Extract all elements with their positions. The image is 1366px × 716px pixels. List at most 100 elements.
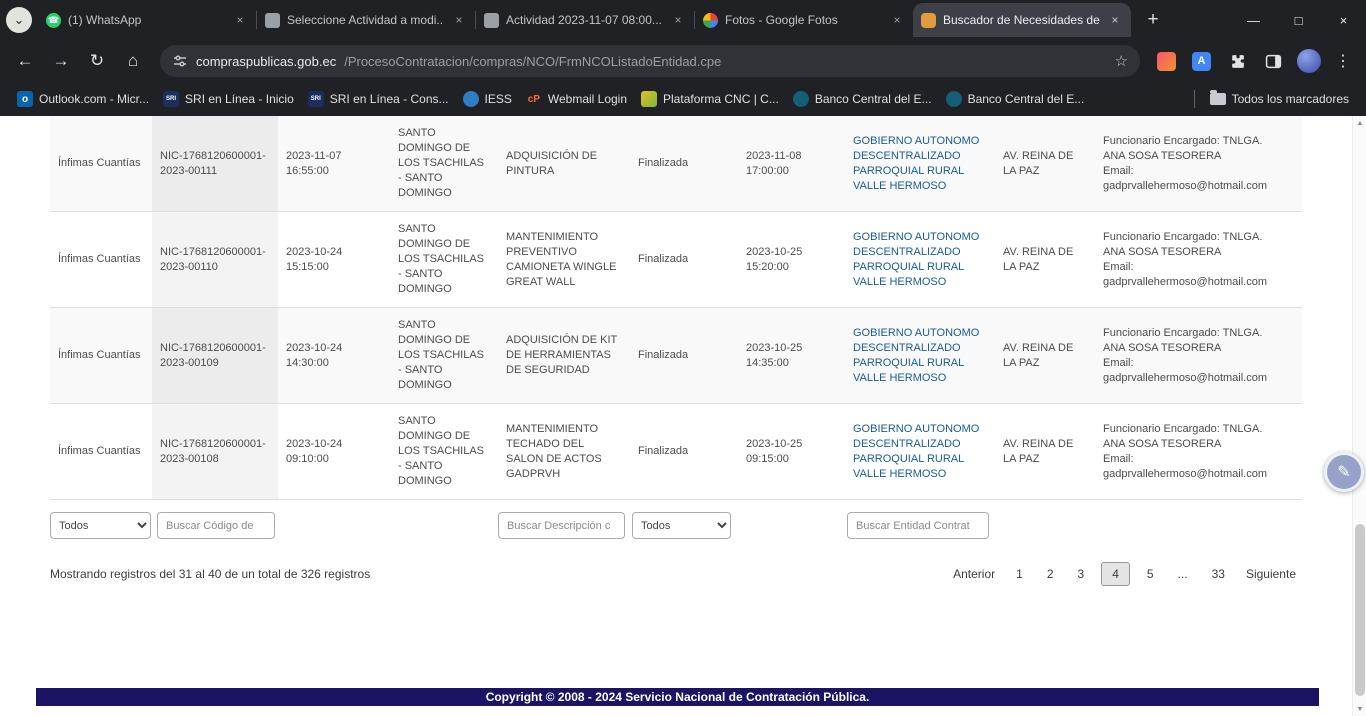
bookmark-label: Todos los marcadores — [1232, 92, 1349, 106]
bookmark-banco-central-1[interactable]: Banco Central del E... — [786, 87, 939, 111]
pagination-page-33[interactable]: 33 — [1205, 562, 1232, 586]
table-row: Ínfimas Cuantías NIC-1768120600001-2023-… — [50, 116, 1302, 212]
tab-close-icon[interactable]: × — [1107, 12, 1123, 28]
cell-entidad: GOBIERNO AUTONOMO DESCENTRALIZADO PARROQ… — [845, 212, 995, 308]
bookmark-sri-consultas[interactable]: SRI SRI en Línea - Cons... — [301, 87, 456, 111]
tab-label: Fotos - Google Fotos — [725, 13, 882, 27]
tab-close-icon[interactable]: × — [451, 12, 467, 28]
maximize-button[interactable]: □ — [1276, 0, 1321, 40]
bookmark-sri-inicio[interactable]: SRI SRI en Línea - Inicio — [156, 87, 301, 111]
objeto-filter-input[interactable] — [498, 512, 625, 539]
estado-filter-select[interactable]: Todos — [632, 512, 731, 539]
tab-buscador-necesidades-active[interactable]: Buscador de Necesidades de... × — [913, 3, 1131, 37]
reload-button[interactable]: ↻ — [80, 44, 114, 78]
cell-direccion: AV. REINA DE LA PAZ — [995, 404, 1095, 500]
cell-codigo: NIC-1768120600001-2023-00108 — [152, 404, 278, 500]
cell-estado: Finalizada — [630, 212, 738, 308]
pagination-page-1[interactable]: 1 — [1009, 562, 1030, 586]
results-table: Ínfimas Cuantías NIC-1768120600001-2023-… — [50, 116, 1302, 500]
bookmark-label: Plataforma CNC | C... — [663, 92, 779, 106]
translate-extension-icon[interactable]: A — [1192, 52, 1211, 71]
folder-icon — [1210, 93, 1226, 105]
tab-close-icon[interactable]: × — [670, 12, 686, 28]
floating-widget[interactable]: ✎ — [1324, 452, 1364, 492]
browser-menu-icon[interactable]: ⋮ — [1328, 44, 1358, 78]
pagination-page-2[interactable]: 2 — [1040, 562, 1061, 586]
cell-codigo: NIC-1768120600001-2023-00110 — [152, 212, 278, 308]
outlook-icon: o — [17, 91, 33, 107]
pagination-page-5[interactable]: 5 — [1140, 562, 1161, 586]
new-tab-button[interactable]: + — [1139, 6, 1167, 34]
cell-localidad: SANTO DOMINGO DE LOS TSACHILAS - SANTO D… — [390, 212, 498, 308]
bookmark-star-icon[interactable]: ☆ — [1115, 52, 1128, 70]
scroll-down-arrow-icon[interactable]: ▼ — [1353, 702, 1366, 716]
window-controls: — □ × — [1231, 0, 1366, 40]
tab-whatsapp[interactable]: ☎ (1) WhatsApp × — [38, 3, 256, 37]
site-favicon — [921, 13, 936, 28]
back-button[interactable]: ← — [8, 44, 42, 78]
pagination-next[interactable]: Siguiente — [1242, 562, 1300, 586]
iess-icon — [463, 91, 479, 107]
cell-objeto: ADQUISICIÓN DE PINTURA — [498, 116, 630, 212]
cell-contacto: Funcionario Encargado: TNLGA. ANA SOSA T… — [1095, 308, 1302, 404]
pagination-previous[interactable]: Anterior — [949, 562, 999, 586]
all-bookmarks-button[interactable]: Todos los marcadores — [1203, 88, 1356, 110]
cnc-icon — [641, 91, 657, 107]
tab-label: Seleccione Actividad a modi... — [287, 13, 444, 27]
forward-icon: → — [53, 51, 70, 71]
cell-objeto: ADQUISICIÓN DE KIT DE HERRAMIENTAS DE SE… — [498, 308, 630, 404]
address-bar[interactable]: compraspublicas.gob.ec/ProcesoContrataci… — [160, 45, 1140, 77]
table-meta-row: Mostrando registros del 31 al 40 de un t… — [50, 562, 1300, 586]
scroll-up-arrow-icon[interactable]: ▲ — [1353, 116, 1366, 130]
page-icon — [265, 13, 280, 28]
tab-close-icon[interactable]: × — [889, 12, 905, 28]
bookmark-cnc[interactable]: Plataforma CNC | C... — [634, 87, 786, 111]
cell-localidad: SANTO DOMINGO DE LOS TSACHILAS - SANTO D… — [390, 404, 498, 500]
scrollbar-thumb[interactable] — [1355, 524, 1365, 696]
cell-tipo: Ínfimas Cuantías — [50, 308, 152, 404]
pagination-page-4-current[interactable]: 4 — [1101, 562, 1130, 586]
entity-link[interactable]: GOBIERNO AUTONOMO DESCENTRALIZADO PARROQ… — [853, 327, 979, 384]
close-window-button[interactable]: × — [1321, 0, 1366, 40]
tab-close-icon[interactable]: × — [232, 12, 248, 28]
tab-actividad[interactable]: Actividad 2023-11-07 08:00... × — [476, 3, 694, 37]
forward-button[interactable]: → — [44, 44, 78, 78]
extensions-puzzle-icon[interactable] — [1220, 44, 1254, 78]
tab-seleccione-actividad[interactable]: Seleccione Actividad a modi... × — [257, 3, 475, 37]
page-scrollbar[interactable]: ▲ ▼ — [1352, 116, 1366, 716]
entidad-filter-input[interactable] — [847, 512, 989, 539]
extension-icon-1[interactable] — [1157, 52, 1176, 71]
column-filters: Todos Todos — [50, 512, 1366, 540]
tab-label: Actividad 2023-11-07 08:00... — [506, 13, 663, 27]
cpanel-icon: cP — [526, 91, 542, 107]
bookmark-webmail[interactable]: cP Webmail Login — [519, 87, 634, 111]
bookmark-outlook[interactable]: o Outlook.com - Micr... — [10, 87, 156, 111]
bookmark-iess[interactable]: IESS — [456, 87, 519, 111]
bookmark-label: SRI en Línea - Inicio — [185, 92, 294, 106]
cell-localidad: SANTO DOMINGO DE LOS TSACHILAS - SANTO D… — [390, 116, 498, 212]
cell-localidad: SANTO DOMINGO DE LOS TSACHILAS - SANTO D… — [390, 308, 498, 404]
profile-avatar[interactable] — [1297, 49, 1321, 73]
pagination-page-3[interactable]: 3 — [1071, 562, 1092, 586]
side-panel-icon[interactable] — [1256, 44, 1290, 78]
entity-link[interactable]: GOBIERNO AUTONOMO DESCENTRALIZADO PARROQ… — [853, 231, 979, 288]
cell-tipo: Ínfimas Cuantías — [50, 116, 152, 212]
cell-fecha-publicacion: 2023-10-24 09:10:00 — [278, 404, 390, 500]
bookmark-banco-central-2[interactable]: Banco Central del E... — [939, 87, 1092, 111]
bookmark-label: IESS — [485, 92, 512, 106]
tab-google-fotos[interactable]: Fotos - Google Fotos × — [695, 3, 913, 37]
entity-link[interactable]: GOBIERNO AUTONOMO DESCENTRALIZADO PARROQ… — [853, 135, 979, 192]
table-row: Ínfimas Cuantías NIC-1768120600001-2023-… — [50, 212, 1302, 308]
minimize-button[interactable]: — — [1231, 0, 1276, 40]
entity-link[interactable]: GOBIERNO AUTONOMO DESCENTRALIZADO PARROQ… — [853, 423, 979, 480]
site-settings-tune-icon[interactable] — [172, 53, 188, 69]
cell-entidad: GOBIERNO AUTONOMO DESCENTRALIZADO PARROQ… — [845, 116, 995, 212]
codigo-filter-input[interactable] — [157, 512, 275, 539]
cell-tipo: Ínfimas Cuantías — [50, 212, 152, 308]
cell-fecha-publicacion: 2023-11-07 16:55:00 — [278, 116, 390, 212]
sri-icon: SRI — [308, 91, 324, 107]
tab-search-button[interactable]: ⌄ — [6, 7, 32, 33]
tipo-filter-select[interactable]: Todos — [50, 512, 151, 539]
home-button[interactable]: ⌂ — [116, 44, 150, 78]
url-host: compraspublicas.gob.ec — [196, 54, 336, 69]
